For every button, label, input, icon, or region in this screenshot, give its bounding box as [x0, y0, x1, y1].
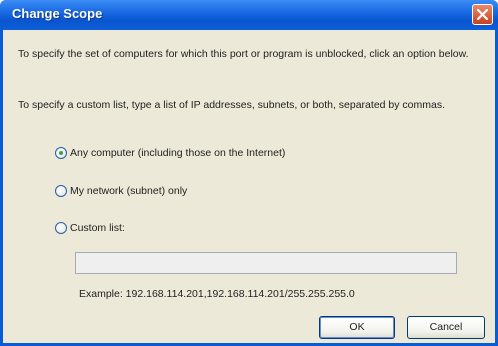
- option-any-computer[interactable]: Any computer (including those on the Int…: [55, 145, 285, 161]
- option-custom-list-label: Custom list:: [70, 222, 125, 234]
- custom-list-example: Example: 192.168.114.201,192.168.114.201…: [79, 288, 355, 300]
- radio-my-network[interactable]: [55, 185, 67, 197]
- close-button[interactable]: [472, 4, 493, 25]
- cancel-button[interactable]: Cancel: [407, 316, 485, 339]
- close-icon: [477, 9, 488, 20]
- window-title: Change Scope: [12, 6, 103, 21]
- title-bar[interactable]: Change Scope: [0, 0, 498, 30]
- radio-any-computer[interactable]: [55, 147, 67, 159]
- option-my-network-label: My network (subnet) only: [70, 185, 188, 197]
- ok-button[interactable]: OK: [319, 316, 395, 339]
- custom-list-description: To specify a custom list, type a list of…: [18, 99, 446, 111]
- custom-list-input[interactable]: [75, 252, 457, 274]
- option-any-computer-label: Any computer (including those on the Int…: [70, 147, 286, 159]
- change-scope-dialog: Change Scope To specify the set of compu…: [0, 0, 498, 346]
- scope-description: To specify the set of computers for whic…: [18, 48, 469, 60]
- radio-custom-list[interactable]: [55, 222, 67, 234]
- option-my-network[interactable]: My network (subnet) only: [55, 183, 187, 199]
- option-custom-list[interactable]: Custom list:: [55, 220, 125, 236]
